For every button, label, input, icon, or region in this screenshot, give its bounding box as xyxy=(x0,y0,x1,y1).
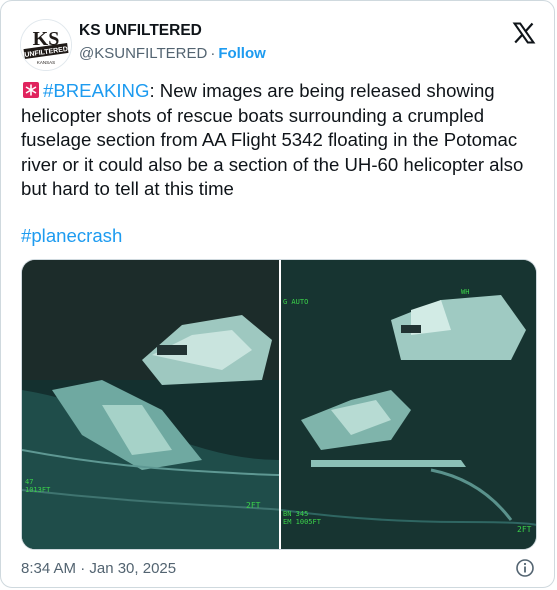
right-hud-bottom-b: EM 1005FT xyxy=(283,518,321,526)
media-grid: 47 1013FT 2FT G AUTO WH BN 345 EM 1005FT… xyxy=(21,259,537,550)
follow-button[interactable]: Follow xyxy=(218,45,266,62)
media-image-right[interactable]: G AUTO WH BN 345 EM 1005FT 2FT xyxy=(281,260,536,549)
author-avatar[interactable]: KS UNFILTERED KANSAS xyxy=(20,19,72,71)
hashtag-breaking[interactable]: #BREAKING xyxy=(43,80,149,101)
author-handle[interactable]: @KSUNFILTERED xyxy=(79,45,207,62)
siren-emoji-icon xyxy=(23,82,39,98)
tweet-timestamp[interactable]: 8:34 AM · Jan 30, 2025 xyxy=(21,560,176,577)
x-logo-icon[interactable] xyxy=(512,21,536,45)
separator-dot: · xyxy=(210,45,216,62)
left-hud-label-b: 1013FT xyxy=(25,486,51,494)
right-hud-right-label: 2FT xyxy=(517,525,532,534)
right-hud-bottom-a: BN 345 xyxy=(283,510,309,518)
info-icon[interactable] xyxy=(515,558,535,578)
thermal-photo-right xyxy=(281,260,536,549)
media-image-left[interactable]: 47 1013FT 2FT xyxy=(22,260,279,549)
ks-unfiltered-logo: KS UNFILTERED KANSAS xyxy=(21,20,71,70)
left-hud-label-a: 47 xyxy=(25,478,34,486)
author-name[interactable]: KS UNFILTERED xyxy=(79,22,202,40)
tweet-card: KS UNFILTERED KANSAS KS UNFILTERED @KSUN… xyxy=(0,0,555,588)
thermal-photo-left xyxy=(22,260,279,549)
tweet-text: #BREAKING: New images are being released… xyxy=(21,79,541,202)
hashtag-planecrash[interactable]: #planecrash xyxy=(21,225,122,247)
avatar-kansas-text: KANSAS xyxy=(37,60,55,65)
author-handle-row: @KSUNFILTERED · Follow xyxy=(79,45,266,62)
left-hud-right-label: 2FT xyxy=(246,501,261,510)
right-hud-top-right: WH xyxy=(461,288,470,296)
right-hud-top-left: G AUTO xyxy=(283,298,309,306)
